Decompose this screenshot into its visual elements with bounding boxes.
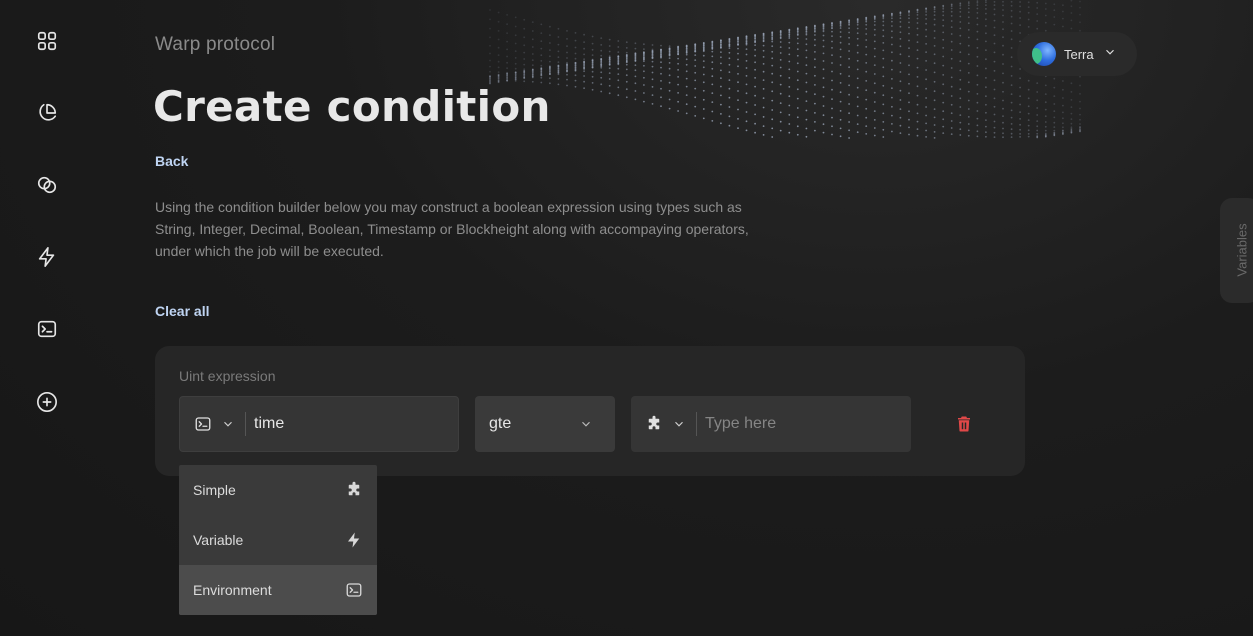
link-circles-icon	[37, 176, 57, 194]
terminal-icon	[195, 417, 211, 431]
puzzle-icon	[348, 481, 360, 496]
operator-value: gte	[489, 415, 512, 432]
clear-all-button[interactable]: Clear all	[155, 303, 209, 319]
terminal-icon	[37, 320, 57, 338]
puzzle-icon	[648, 415, 660, 430]
sidebar-item-terminal[interactable]	[35, 317, 59, 341]
variables-tab[interactable]: Variables	[1220, 198, 1253, 303]
menu-item-label: Simple	[193, 482, 236, 498]
sidebar-item-dashboard[interactable]	[35, 29, 59, 53]
decorative-dots-art	[489, 0, 1081, 139]
chevron-down-icon	[1103, 45, 1117, 64]
brand-name: Warp protocol	[155, 34, 276, 55]
grid-icon	[37, 31, 57, 51]
page-title: Create condition	[153, 82, 551, 131]
lightning-icon	[38, 247, 55, 267]
back-link[interactable]: Back	[155, 153, 188, 169]
menu-item-label: Variable	[193, 532, 244, 548]
chevron-down-icon	[675, 421, 683, 427]
expression-label: Uint expression	[179, 368, 276, 384]
divider	[245, 412, 246, 436]
chevron-down-icon	[224, 421, 232, 427]
menu-item-variable[interactable]: Variable	[179, 515, 377, 565]
menu-item-simple[interactable]: Simple	[179, 465, 377, 515]
left-operand-input[interactable]	[254, 415, 434, 433]
menu-item-environment[interactable]: Environment	[179, 565, 377, 615]
plus-circle-icon	[37, 392, 57, 412]
chain-selector[interactable]: Terra	[1017, 32, 1137, 76]
variables-tab-label: Variables	[1234, 223, 1250, 277]
sidebar-item-bolt[interactable]	[35, 245, 59, 269]
right-type-selector[interactable]	[631, 396, 686, 452]
sidebar-item-jobs[interactable]	[35, 173, 59, 197]
pie-chart-icon	[39, 103, 57, 121]
sidebar-item-create[interactable]	[35, 390, 59, 414]
page-description: Using the condition builder below you ma…	[155, 199, 749, 259]
lightning-icon	[348, 532, 360, 548]
terminal-icon	[346, 583, 362, 597]
sidebar-item-analytics[interactable]	[35, 101, 59, 125]
left-type-selector[interactable]	[180, 397, 235, 451]
chain-name: Terra	[1064, 46, 1094, 62]
divider	[696, 412, 697, 436]
sidebar	[0, 0, 94, 636]
type-dropdown-menu: Simple Variable Environment	[179, 465, 377, 615]
left-operand-field	[179, 396, 459, 452]
operator-select[interactable]: gte	[475, 396, 615, 452]
right-operand-input[interactable]	[705, 415, 885, 433]
menu-item-label: Environment	[193, 582, 272, 598]
expression-card: Uint expression gte	[155, 346, 1025, 476]
trash-icon	[958, 416, 970, 432]
delete-expression-button[interactable]	[955, 415, 973, 433]
chevron-down-icon	[582, 421, 590, 427]
right-operand-field	[631, 396, 911, 452]
terra-logo-icon	[1032, 42, 1056, 66]
